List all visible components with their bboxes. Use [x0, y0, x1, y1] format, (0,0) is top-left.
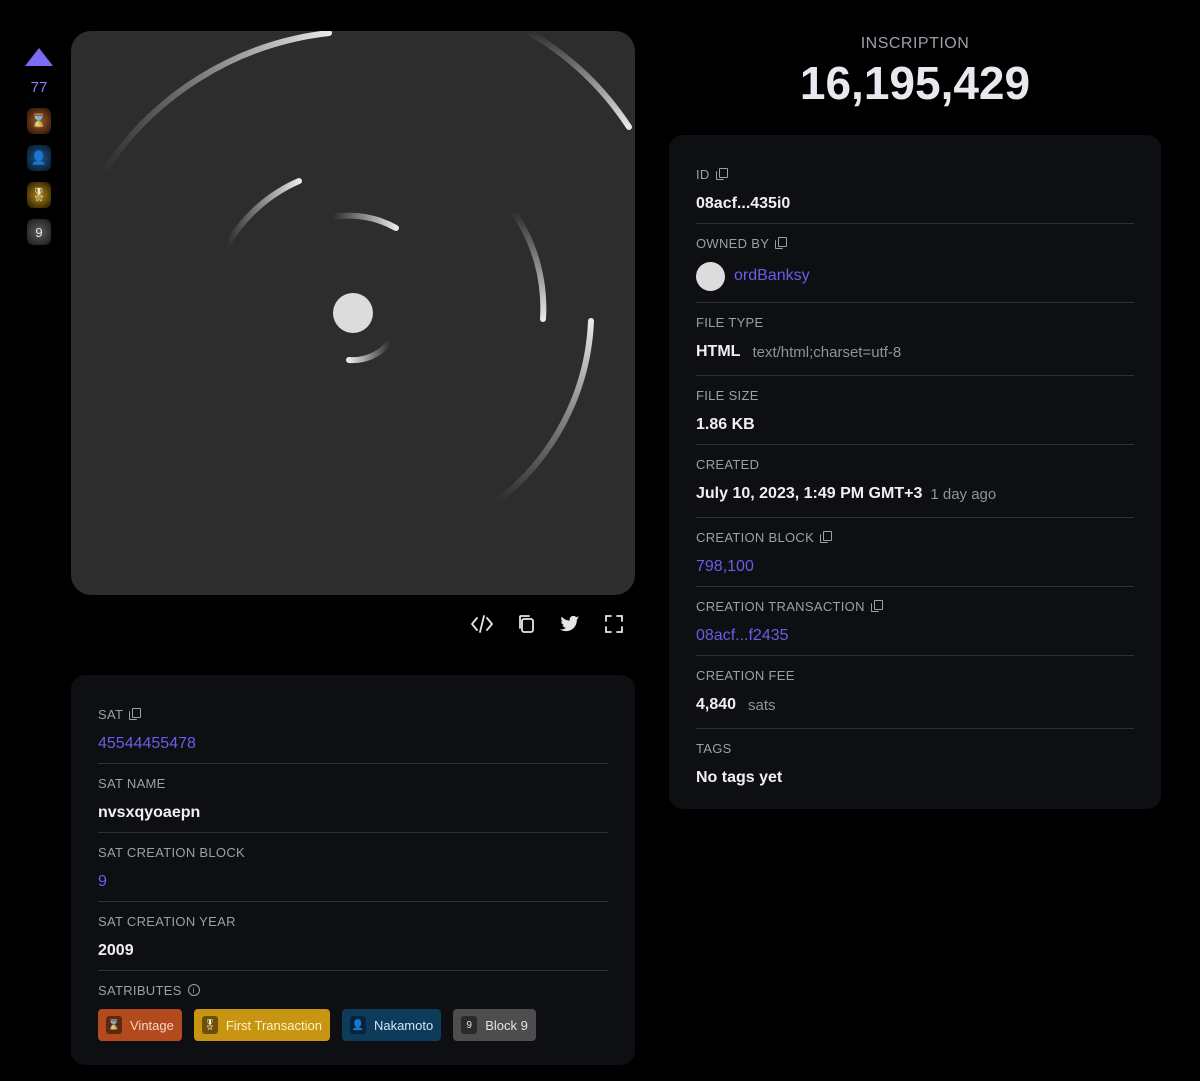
file-type-value: HTML	[696, 343, 741, 360]
owner-row: OWNED BY ordBanksy	[696, 224, 1134, 303]
created-relative: 1 day ago	[930, 485, 997, 503]
sat-details-card: SAT 45544455478 SAT NAME nvsxqyoaepn SAT…	[71, 675, 635, 1065]
medal-icon[interactable]: 🎖	[27, 182, 51, 208]
sat-name-row: SAT NAME nvsxqyoaepn	[98, 764, 608, 833]
created-label: CREATED	[696, 456, 760, 472]
creation-transaction-link[interactable]: 08acf...f2435	[696, 617, 1134, 655]
copy-icon[interactable]	[514, 612, 538, 636]
sat-link[interactable]: 45544455478	[98, 725, 608, 763]
sat-creation-block-link[interactable]: 9	[98, 863, 608, 901]
tags-value: No tags yet	[696, 769, 783, 786]
fullscreen-icon[interactable]	[602, 612, 626, 636]
block-9-icon[interactable]: 9	[27, 219, 51, 245]
sat-name-label: SAT NAME	[98, 775, 166, 791]
copy-icon[interactable]	[775, 237, 788, 249]
sat-name-value: nvsxqyoaepn	[98, 804, 201, 821]
sat-creation-block-row: SAT CREATION BLOCK 9	[98, 833, 608, 902]
sat-label: SAT	[98, 706, 124, 722]
file-size-value: 1.86 KB	[696, 416, 755, 433]
left-rail: 77 ⌛ 👤 🎖 9	[24, 48, 54, 256]
file-type-row: FILE TYPE HTML text/html;charset=utf-8	[696, 303, 1134, 376]
satribute-label: Nakamoto	[373, 1017, 434, 1033]
nakamoto-icon[interactable]: 👤	[27, 145, 51, 171]
satribute-label: Vintage	[130, 1017, 174, 1033]
info-icon[interactable]: i	[187, 984, 200, 996]
satribute-chip-block-9[interactable]: 9 Block 9	[453, 1009, 536, 1041]
satribute-chip-vintage[interactable]: ⌛ Vintage	[98, 1009, 182, 1041]
creation-block-row: CREATION BLOCK 798,100	[696, 518, 1134, 587]
inscription-label: INSCRIPTION	[860, 35, 970, 52]
sat-row: SAT 45544455478	[98, 695, 608, 764]
sat-creation-year-label: SAT CREATION YEAR	[98, 913, 236, 929]
id-row: ID 08acf...435i0	[696, 155, 1134, 224]
block-9-icon: 9	[461, 1016, 478, 1034]
satributes-label: SATRIBUTES	[98, 982, 182, 998]
hourglass-icon: ⌛	[106, 1016, 122, 1034]
creation-transaction-row: CREATION TRANSACTION 08acf...f2435	[696, 587, 1134, 656]
satribute-label: Block 9	[485, 1017, 528, 1033]
sat-creation-year-value: 2009	[98, 942, 134, 959]
id-value: 08acf...435i0	[696, 195, 791, 212]
id-label: ID	[696, 166, 710, 182]
created-row: CREATED July 10, 2023, 1:49 PM GMT+3 1 d…	[696, 445, 1134, 518]
inscription-number: 16,195,429	[799, 57, 1031, 109]
avatar[interactable]	[696, 261, 725, 291]
preview-actions	[470, 612, 626, 636]
owner-link[interactable]: ordBanksy	[734, 267, 810, 285]
twitter-icon[interactable]	[558, 612, 582, 636]
sat-creation-year-row: SAT CREATION YEAR 2009	[98, 902, 608, 971]
upvote-icon[interactable]	[25, 48, 53, 66]
preview-artwork	[100, 31, 632, 506]
satribute-chip-first-transaction[interactable]: 🎖 First Transaction	[193, 1009, 330, 1041]
creation-block-link[interactable]: 798,100	[696, 548, 1134, 586]
creation-fee-row: CREATION FEE 4,840 sats	[696, 656, 1134, 729]
medal-icon: 🎖	[201, 1016, 218, 1034]
created-value: July 10, 2023, 1:49 PM GMT+3	[696, 485, 923, 502]
file-size-label: FILE SIZE	[696, 387, 759, 403]
code-icon[interactable]	[470, 612, 494, 636]
vote-count: 77	[30, 79, 48, 96]
hourglass-icon[interactable]: ⌛	[27, 108, 51, 134]
inscription-details-card: ID 08acf...435i0 OWNED BY ordBanksy FILE…	[669, 135, 1161, 809]
nakamoto-icon: 👤	[349, 1016, 366, 1034]
sat-creation-block-label: SAT CREATION BLOCK	[98, 844, 245, 860]
tags-label: TAGS	[696, 740, 732, 756]
copy-icon[interactable]	[870, 600, 883, 612]
satribute-chip-nakamoto[interactable]: 👤 Nakamoto	[341, 1009, 442, 1041]
inscription-preview[interactable]	[71, 31, 635, 595]
satribute-label: First Transaction	[225, 1017, 322, 1033]
copy-icon[interactable]	[715, 168, 728, 180]
tags-row: TAGS No tags yet	[696, 729, 1134, 798]
satributes-list: ⌛ Vintage 🎖 First Transaction 👤 Nakamoto…	[98, 1009, 608, 1041]
file-mime: text/html;charset=utf-8	[752, 343, 902, 361]
copy-icon[interactable]	[129, 708, 142, 720]
creation-transaction-label: CREATION TRANSACTION	[696, 598, 865, 614]
creation-fee-label: CREATION FEE	[696, 667, 795, 683]
file-size-row: FILE SIZE 1.86 KB	[696, 376, 1134, 445]
creation-block-label: CREATION BLOCK	[696, 529, 815, 545]
copy-icon[interactable]	[820, 531, 833, 543]
creation-fee-unit: sats	[748, 696, 776, 714]
satributes-row: SATRIBUTES i ⌛ Vintage 🎖 First Transactio…	[98, 971, 608, 1041]
file-type-label: FILE TYPE	[696, 314, 764, 330]
owner-label: OWNED BY	[696, 235, 770, 251]
creation-fee-value: 4,840	[696, 696, 737, 713]
